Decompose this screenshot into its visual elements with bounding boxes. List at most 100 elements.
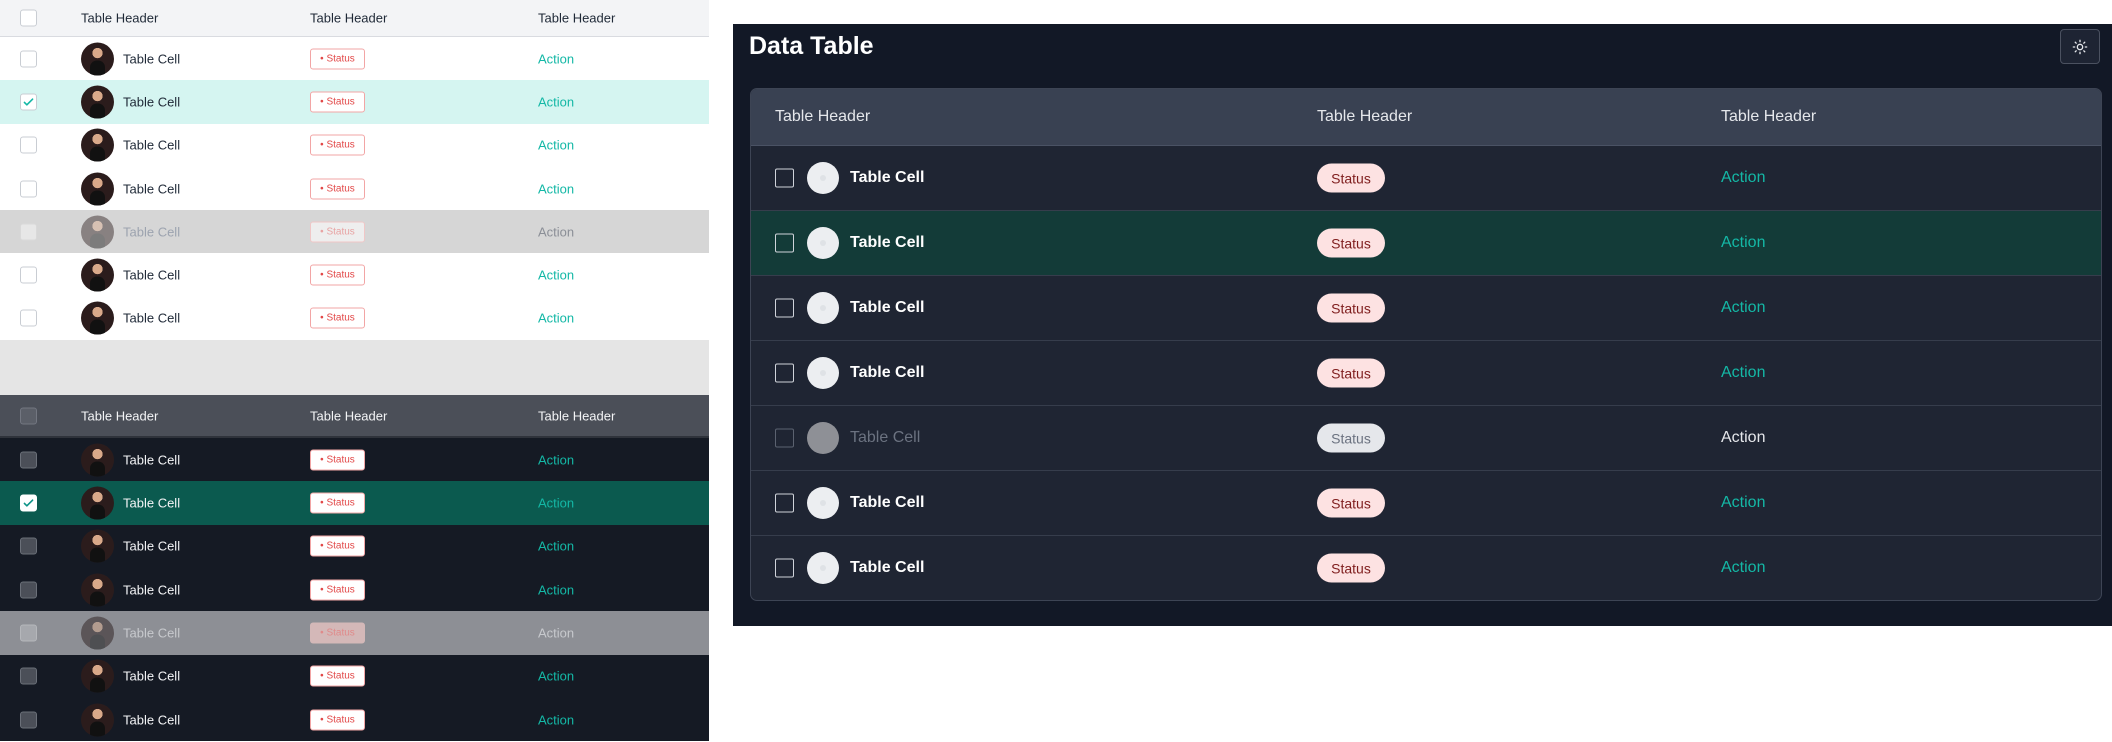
table-row[interactable]: Table Cell • Status Action	[0, 438, 709, 482]
row-checkbox[interactable]	[20, 494, 37, 512]
column-header[interactable]: Table Header	[81, 11, 158, 26]
action-link[interactable]: Action	[538, 539, 574, 554]
action-link[interactable]: Action	[1721, 494, 1765, 512]
theme-toggle-button[interactable]	[2060, 29, 2100, 64]
select-all-checkbox[interactable]	[20, 9, 37, 27]
avatar	[807, 552, 839, 584]
action-link[interactable]: Action	[1721, 559, 1765, 577]
row-checkbox[interactable]	[20, 451, 37, 469]
table-row[interactable]: Table Cell • Status Action	[0, 37, 709, 81]
table-row[interactable]: Table Cell • Status Action	[0, 524, 709, 568]
row-checkbox[interactable]	[775, 558, 794, 578]
check-icon	[23, 499, 34, 507]
row-checkbox[interactable]	[775, 493, 794, 513]
action-link[interactable]: Action	[1721, 299, 1765, 317]
table-row[interactable]: Table Cell • Status Action	[0, 697, 709, 742]
status-badge: Status	[1317, 488, 1385, 518]
action-link[interactable]: Action	[538, 712, 574, 727]
status-badge: Status	[1317, 163, 1385, 193]
column-header[interactable]: Table Header	[310, 408, 387, 423]
column-header[interactable]: Table Header	[538, 408, 615, 423]
action-link[interactable]: Action	[538, 496, 574, 511]
avatar	[81, 659, 114, 693]
table-row[interactable]: Table Cell Status Action	[751, 211, 2101, 276]
row-checkbox[interactable]	[20, 537, 37, 555]
avatar	[81, 443, 114, 477]
table-row[interactable]: Table Cell Status Action	[751, 146, 2101, 211]
select-all-checkbox[interactable]	[20, 407, 37, 425]
row-checkbox[interactable]	[20, 50, 37, 68]
status-badge: Status	[1317, 358, 1385, 388]
table-cell: Table Cell	[123, 712, 181, 727]
table-cell: Table Cell	[123, 310, 181, 326]
action-link[interactable]: Action	[538, 311, 574, 326]
status-badge: Status	[1317, 423, 1385, 453]
action-link[interactable]: Action	[538, 94, 574, 109]
column-header[interactable]: Table Header	[310, 11, 387, 26]
column-header[interactable]: Table Header	[1721, 108, 1816, 126]
column-header[interactable]: Table Header	[81, 408, 158, 423]
table-examples: Table Header Table Header Table Header T…	[0, 0, 709, 742]
status-badge: Status	[1317, 553, 1385, 583]
avatar	[807, 162, 839, 194]
row-checkbox[interactable]	[775, 168, 794, 188]
table-cell: Table Cell	[123, 224, 181, 240]
table-row[interactable]: Table Cell Status Action	[751, 471, 2101, 536]
action-link[interactable]: Action	[538, 138, 574, 153]
table-cell: Table Cell	[123, 137, 181, 153]
status-badge: • Status	[310, 48, 365, 70]
row-checkbox[interactable]	[775, 233, 794, 253]
status-badge: • Status	[310, 178, 365, 200]
table-cell: Table Cell	[123, 181, 181, 197]
status-badge: • Status	[310, 665, 365, 687]
row-checkbox[interactable]	[775, 298, 794, 318]
table-row[interactable]: Table Cell • Status Action	[0, 123, 709, 167]
avatar	[81, 215, 114, 249]
row-checkbox[interactable]	[20, 266, 37, 284]
avatar	[81, 128, 114, 162]
column-header[interactable]: Table Header	[775, 108, 870, 126]
row-checkbox[interactable]	[20, 711, 37, 728]
table-row[interactable]: Table Cell • Status Action	[0, 166, 709, 211]
action-link[interactable]: Action	[538, 181, 574, 196]
column-header[interactable]: Table Header	[538, 11, 615, 26]
action-link: Action	[538, 625, 575, 641]
row-checkbox[interactable]	[20, 309, 37, 327]
column-header[interactable]: Table Header	[1317, 108, 1412, 126]
avatar	[807, 292, 839, 324]
table-row[interactable]: Table Cell Status Action	[751, 341, 2101, 406]
table-cell: Table Cell	[123, 495, 181, 511]
status-badge: • Status	[310, 622, 365, 644]
action-link[interactable]: Action	[538, 268, 574, 283]
action-link[interactable]: Action	[1721, 234, 1765, 252]
table-row[interactable]: Table Cell • Status Action	[0, 80, 709, 124]
table-row[interactable]: Table Cell • Status Action	[0, 296, 709, 341]
avatar	[81, 573, 114, 607]
table-row[interactable]: Table Cell Status Action	[751, 276, 2101, 341]
table-header-row: Table Header Table Header Table Header	[751, 89, 2101, 146]
row-checkbox[interactable]	[20, 180, 37, 198]
row-checkbox[interactable]	[20, 136, 37, 154]
action-link[interactable]: Action	[538, 669, 574, 684]
action-link[interactable]: Action	[538, 582, 574, 597]
table-row[interactable]: Table Cell • Status Action	[0, 253, 709, 297]
table-row[interactable]: Table Cell • Status Action	[0, 654, 709, 698]
status-badge: • Status	[310, 579, 365, 601]
action-link[interactable]: Action	[538, 452, 574, 467]
table-row: Table Cell • Status Action	[0, 611, 709, 655]
row-checkbox[interactable]	[20, 581, 37, 599]
status-badge: • Status	[310, 535, 365, 557]
action-link[interactable]: Action	[1721, 169, 1765, 187]
action-link[interactable]: Action	[538, 51, 574, 66]
table-row[interactable]: Table Cell Status Action	[751, 536, 2101, 600]
table-row: Table Cell Status Action	[751, 406, 2101, 471]
status-badge: • Status	[310, 709, 365, 730]
action-link: Action	[1721, 429, 1766, 446]
row-checkbox[interactable]	[20, 667, 37, 685]
status-badge: • Status	[310, 449, 365, 471]
row-checkbox[interactable]	[20, 93, 37, 111]
action-link[interactable]: Action	[1721, 364, 1765, 382]
row-checkbox[interactable]	[775, 363, 794, 383]
table-row[interactable]: Table Cell • Status Action	[0, 567, 709, 612]
table-row[interactable]: Table Cell • Status Action	[0, 481, 709, 525]
